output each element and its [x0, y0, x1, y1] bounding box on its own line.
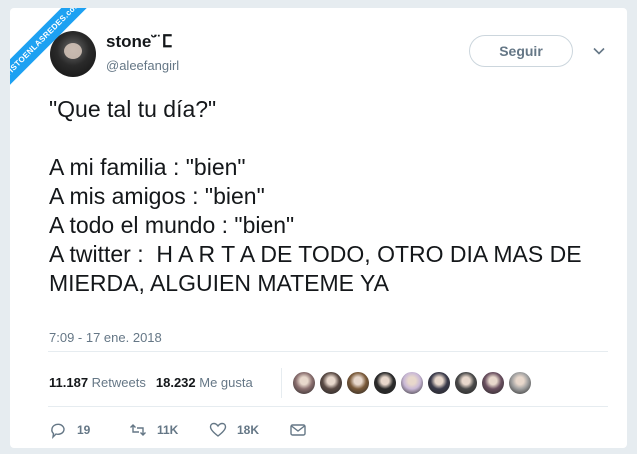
reply-count: 19 [77, 423, 91, 437]
envelope-icon [290, 424, 306, 436]
stats-separator [281, 368, 282, 398]
likes-stat[interactable]: 18.232 Me gusta [156, 375, 253, 390]
like-action[interactable]: 18K [209, 421, 259, 439]
author-handle[interactable]: @aleefangirl [106, 58, 179, 73]
liker-avatar[interactable] [400, 371, 424, 395]
liker-avatar[interactable] [346, 371, 370, 395]
divider [48, 406, 608, 407]
engagement-stats: 11.187 Retweets 18.232 Me gusta [49, 375, 253, 390]
tweet-timestamp[interactable]: 7:09 - 17 ene. 2018 [49, 330, 162, 345]
reply-action[interactable]: 19 [49, 421, 90, 439]
tweet-text: "Que tal tu día?" A mi familia : "bien" … [49, 96, 582, 296]
author-name[interactable]: stone˘̈ ⵎ [106, 32, 172, 52]
tweet-card: VISTOENLASREDES.com stone˘̈ ⵎ @aleefangi… [10, 8, 627, 448]
retweet-action[interactable]: 11K [129, 421, 178, 439]
liker-avatar[interactable] [292, 371, 316, 395]
liker-avatar[interactable] [427, 371, 451, 395]
message-action[interactable] [289, 421, 307, 439]
watermark-text: VISTOENLASREDES.com [10, 8, 103, 99]
watermark-ribbon: VISTOENLASREDES.com [10, 8, 110, 108]
reply-icon [51, 423, 65, 439]
retweets-stat[interactable]: 11.187 Retweets [49, 375, 146, 390]
liker-avatar[interactable] [319, 371, 343, 395]
likes-count: 18.232 [155, 375, 196, 390]
divider [48, 351, 608, 352]
chevron-down-icon[interactable] [592, 44, 606, 58]
retweets-label: Retweets [91, 375, 146, 390]
liker-avatar[interactable] [373, 371, 397, 395]
likes-label: Me gusta [199, 375, 253, 390]
liker-avatar[interactable] [481, 371, 505, 395]
follow-button[interactable]: Seguir [469, 35, 573, 67]
liker-avatar[interactable] [454, 371, 478, 395]
liker-avatar[interactable] [508, 371, 532, 395]
heart-icon [209, 422, 227, 437]
retweets-count: 11.187 [49, 375, 89, 390]
retweet-count: 11K [157, 423, 179, 437]
retweet-icon [130, 424, 146, 436]
like-count: 18K [237, 423, 260, 437]
